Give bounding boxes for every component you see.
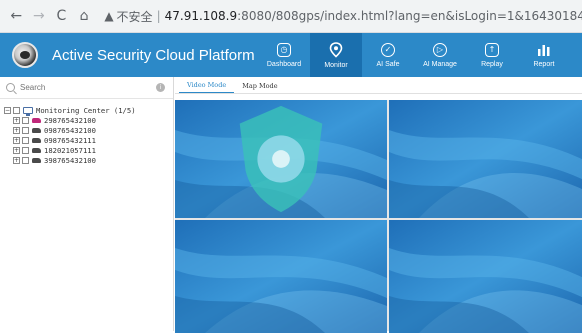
warning-icon: ▲: [104, 9, 114, 23]
video-placeholder-background: [389, 220, 582, 333]
device-checkbox[interactable]: [22, 136, 29, 144]
expand-icon[interactable]: +: [13, 116, 20, 124]
nav-label: Monitor: [324, 61, 348, 69]
home-icon[interactable]: ⌂: [76, 7, 93, 25]
search-input[interactable]: [20, 83, 150, 92]
replay-icon: ↑: [485, 42, 499, 57]
reload-icon[interactable]: C: [53, 7, 70, 25]
device-checkbox[interactable]: [22, 116, 29, 124]
address-bar[interactable]: ▲ 不安全 | 47.91.108.9 :8080/808gps/index.h…: [104, 5, 582, 27]
tree-device[interactable]: + 298765432100: [4, 115, 173, 125]
device-id: 098765432111: [44, 135, 96, 145]
video-window[interactable]: [389, 220, 582, 333]
tree-device[interactable]: + 398765432100: [4, 155, 173, 165]
vehicle-offline-icon: [32, 137, 41, 143]
nav-label: Replay: [481, 60, 503, 68]
nav-dashboard[interactable]: ◷ Dashboard: [258, 33, 310, 77]
tab-video-mode[interactable]: Video Mode: [179, 81, 235, 93]
bar-chart-icon: [537, 43, 551, 57]
shield-check-icon: ✓: [381, 42, 395, 57]
app-logo: [12, 42, 38, 68]
monitor-icon: [23, 106, 33, 116]
forward-arrow-icon[interactable]: →: [31, 7, 48, 25]
nav-replay[interactable]: ↑ Replay: [466, 33, 518, 77]
insecure-label: 不安全: [116, 9, 153, 24]
nav-label: Dashboard: [266, 60, 302, 68]
nav-report[interactable]: Report: [518, 33, 570, 77]
nav-label: AI Manage: [423, 60, 457, 68]
url-host: 47.91.108.9: [164, 9, 238, 23]
play-shield-icon: ▷: [433, 42, 447, 57]
nav-ai-manage[interactable]: ▷ AI Manage: [414, 33, 466, 77]
address-separator: |: [156, 9, 161, 23]
back-arrow-icon[interactable]: ←: [8, 7, 25, 25]
url-path: :8080/808gps/index.html?lang=en&isLogin=…: [237, 9, 582, 23]
device-checkbox[interactable]: [22, 146, 29, 154]
video-grid: [175, 100, 582, 333]
dashboard-icon: ◷: [277, 42, 291, 57]
loading-shield-icon: [239, 105, 323, 213]
tab-map-mode[interactable]: Map Mode: [234, 82, 285, 93]
video-placeholder-background: [389, 100, 582, 218]
vehicle-offline-icon: [32, 147, 41, 153]
expand-icon[interactable]: +: [13, 126, 20, 134]
vehicle-offline-icon: [32, 157, 41, 163]
collapse-icon[interactable]: −: [4, 106, 11, 114]
expand-icon[interactable]: +: [13, 146, 20, 154]
device-id: 098765432100: [44, 125, 96, 135]
info-icon[interactable]: i: [156, 83, 165, 92]
vehicle-offline-icon: [32, 127, 41, 133]
device-id: 182021057111: [44, 145, 96, 155]
video-window[interactable]: [389, 100, 582, 218]
device-sidebar: i − Monitoring Center (1/5) + 2987654321…: [0, 77, 174, 331]
mode-tabs: Video Mode Map Mode: [175, 77, 582, 94]
root-checkbox[interactable]: [13, 106, 20, 114]
device-checkbox[interactable]: [22, 126, 29, 134]
video-placeholder-background: [175, 220, 387, 333]
search-icon: [6, 83, 15, 92]
browser-toolbar: ← → C ⌂ ▲ 不安全 | 47.91.108.9 :8080/808gps…: [0, 0, 582, 33]
search-bar: i: [0, 77, 173, 99]
device-tree: − Monitoring Center (1/5) + 298765432100…: [0, 99, 173, 165]
main-nav: ◷ Dashboard Monitor ✓ AI Safe ▷ AI Manag…: [258, 33, 570, 77]
video-window[interactable]: [175, 100, 387, 218]
vehicle-online-icon: [32, 117, 41, 123]
nav-ai-safe[interactable]: ✓ AI Safe: [362, 33, 414, 77]
video-window[interactable]: [175, 220, 387, 333]
device-id: 298765432100: [44, 115, 96, 125]
tree-device[interactable]: + 098765432100: [4, 125, 173, 135]
main-content: Video Mode Map Mode: [175, 77, 582, 333]
tree-root[interactable]: − Monitoring Center (1/5): [4, 105, 173, 116]
expand-icon[interactable]: +: [13, 136, 20, 144]
nav-label: AI Safe: [376, 60, 400, 68]
expand-icon[interactable]: +: [13, 156, 20, 164]
app-title: Active Security Cloud Platform: [52, 46, 255, 64]
tree-root-label: Monitoring Center (1/5): [36, 105, 136, 115]
device-checkbox[interactable]: [22, 156, 29, 164]
nav-monitor[interactable]: Monitor: [310, 33, 362, 77]
tree-device[interactable]: + 182021057111: [4, 145, 173, 155]
location-pin-icon: [329, 41, 343, 58]
tree-device[interactable]: + 098765432111: [4, 135, 173, 145]
app-header: Active Security Cloud Platform ◷ Dashboa…: [0, 33, 582, 77]
nav-label: Report: [533, 60, 555, 68]
device-id: 398765432100: [44, 155, 96, 165]
